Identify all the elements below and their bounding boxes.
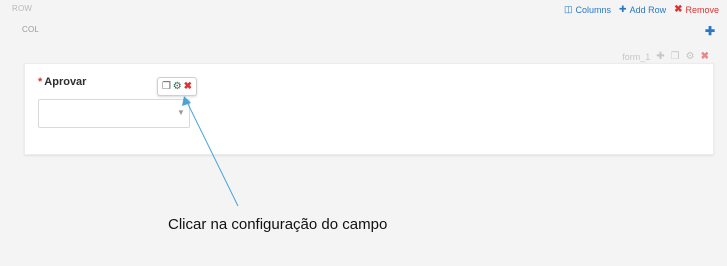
annotation-text: Clicar na configuração do campo xyxy=(168,216,388,233)
add-column-icon[interactable]: ✚ xyxy=(705,24,715,38)
close-icon[interactable]: ✖ xyxy=(701,51,709,62)
col-label: COL xyxy=(22,25,40,34)
close-icon[interactable]: ✖ xyxy=(184,81,192,92)
row-toolbar: ◫ Columns ✚ Add Row ✖ Remove xyxy=(564,4,719,15)
field-label-text: Aprovar xyxy=(44,76,87,88)
columns-icon: ◫ xyxy=(563,4,573,14)
gear-icon[interactable]: ⚙ xyxy=(173,81,182,92)
required-marker: * xyxy=(38,76,43,88)
remove-button[interactable]: ✖ Remove xyxy=(674,4,719,15)
add-icon: ✚ xyxy=(619,4,627,14)
add-row-label: Add Row xyxy=(629,4,667,15)
remove-label: Remove xyxy=(685,4,719,15)
form-name: form_1 xyxy=(622,51,651,62)
gear-icon[interactable]: ⚙ xyxy=(686,51,695,62)
columns-label: Columns xyxy=(575,4,612,15)
add-row-button[interactable]: ✚ Add Row xyxy=(619,4,666,15)
copy-icon[interactable]: ❐ xyxy=(671,51,680,62)
field-label: * Aprovar xyxy=(38,76,86,88)
move-icon[interactable]: ✚ xyxy=(656,51,664,62)
form-toolbar: form_1 ✚ ❐ ⚙ ✖ xyxy=(622,51,709,62)
aprovar-select[interactable] xyxy=(38,99,190,128)
close-icon: ✖ xyxy=(674,4,683,15)
chevron-down-icon[interactable]: ▼ xyxy=(177,108,185,117)
row-label: ROW xyxy=(12,4,33,13)
field-toolbar: ❐ ⚙ ✖ xyxy=(157,77,197,96)
columns-button[interactable]: ◫ Columns xyxy=(564,4,611,15)
copy-icon[interactable]: ❐ xyxy=(162,81,171,92)
